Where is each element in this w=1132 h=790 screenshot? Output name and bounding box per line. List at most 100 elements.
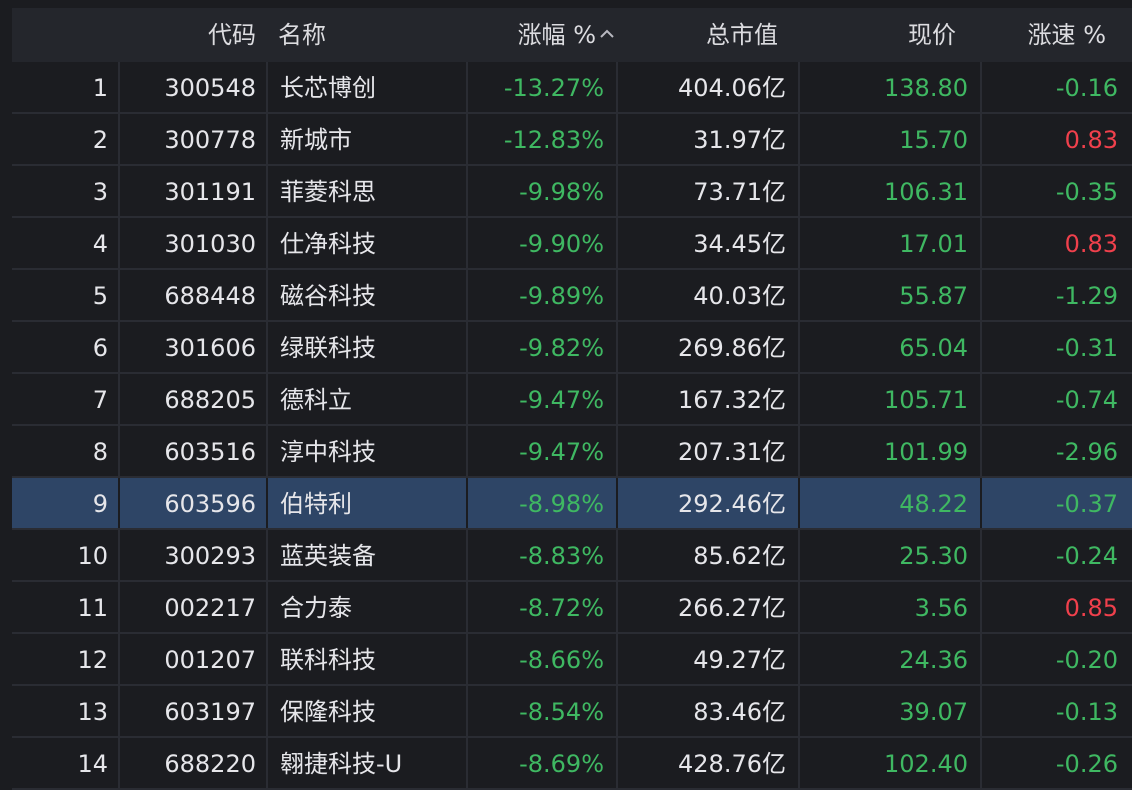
column-divider <box>266 738 268 790</box>
cell-change-pct: -8.98% <box>519 490 604 518</box>
cell-rank: 13 <box>77 698 108 726</box>
cell-code: 301191 <box>164 178 256 206</box>
cell-name: 菲菱科思 <box>280 178 376 206</box>
cell-price: 24.36 <box>899 646 968 674</box>
column-divider <box>798 374 800 426</box>
table-row[interactable]: 11 002217 合力泰 -8.72% 266.27亿 3.56 0.85 <box>12 582 1132 634</box>
column-divider <box>266 218 268 270</box>
header-name[interactable]: 名称 <box>278 8 428 62</box>
column-divider <box>616 270 618 322</box>
cell-speed-pct: -0.24 <box>1055 542 1118 570</box>
table-row[interactable]: 1 300548 长芯博创 -13.27% 404.06亿 138.80 -0.16 <box>12 62 1132 114</box>
cell-name: 翱捷科技-U <box>280 750 403 778</box>
cell-market-cap: 292.46亿 <box>678 490 786 518</box>
cell-price: 48.22 <box>899 490 968 518</box>
column-divider <box>798 114 800 166</box>
cell-code: 301030 <box>164 230 256 258</box>
cell-rank: 8 <box>92 438 108 466</box>
cell-price: 106.31 <box>884 178 968 206</box>
column-divider <box>798 634 800 686</box>
cell-speed-pct: -0.13 <box>1055 698 1118 726</box>
table-row[interactable]: 10 300293 蓝英装备 -8.83% 85.62亿 25.30 -0.24 <box>12 530 1132 582</box>
cell-change-pct: -8.66% <box>519 646 604 674</box>
header-speed-pct-label: 涨速 % <box>1027 21 1106 49</box>
column-divider <box>798 270 800 322</box>
table-row[interactable]: 9 603596 伯特利 -8.98% 292.46亿 48.22 -0.37 <box>12 478 1132 530</box>
cell-rank: 5 <box>92 282 108 310</box>
cell-speed-pct: 0.85 <box>1064 594 1118 622</box>
cell-speed-pct: -2.96 <box>1055 438 1118 466</box>
table-row[interactable]: 5 688448 磁谷科技 -9.89% 40.03亿 55.87 -1.29 <box>12 270 1132 322</box>
column-divider <box>466 322 468 374</box>
cell-change-pct: -8.69% <box>519 750 604 778</box>
cell-rank: 14 <box>77 750 108 778</box>
cell-speed-pct: 0.83 <box>1064 230 1118 258</box>
cell-price: 105.71 <box>884 386 968 414</box>
table-row[interactable]: 2 300778 新城市 -12.83% 31.97亿 15.70 0.83 <box>12 114 1132 166</box>
table-row[interactable]: 6 301606 绿联科技 -9.82% 269.86亿 65.04 -0.31 <box>12 322 1132 374</box>
cell-market-cap: 40.03亿 <box>693 282 786 310</box>
column-divider <box>980 738 982 790</box>
column-divider <box>616 114 618 166</box>
cell-speed-pct: -0.31 <box>1055 334 1118 362</box>
cell-name: 仕净科技 <box>280 230 376 258</box>
column-divider <box>466 218 468 270</box>
cell-speed-pct: -0.37 <box>1055 490 1118 518</box>
table-row[interactable]: 8 603516 淳中科技 -9.47% 207.31亿 101.99 -2.96 <box>12 426 1132 478</box>
cell-code: 301606 <box>164 334 256 362</box>
cell-market-cap: 404.06亿 <box>678 74 786 102</box>
caret-up-icon <box>600 29 614 38</box>
column-divider <box>980 634 982 686</box>
header-change-pct[interactable]: 涨幅 % <box>452 8 616 62</box>
cell-name: 伯特利 <box>280 490 352 518</box>
column-divider <box>616 530 618 582</box>
column-divider <box>616 478 618 530</box>
cell-rank: 11 <box>77 594 108 622</box>
column-divider <box>266 686 268 738</box>
table-row[interactable]: 14 688220 翱捷科技-U -8.69% 428.76亿 102.40 -0.26 <box>12 738 1132 790</box>
column-divider <box>266 478 268 530</box>
column-divider <box>266 166 268 218</box>
column-divider <box>466 166 468 218</box>
column-divider <box>798 530 800 582</box>
column-divider <box>616 582 618 634</box>
header-code[interactable]: 代码 <box>132 8 256 62</box>
column-divider <box>798 426 800 478</box>
column-divider <box>118 426 120 478</box>
cell-code: 688205 <box>164 386 256 414</box>
cell-change-pct: -8.83% <box>519 542 604 570</box>
cell-rank: 6 <box>92 334 108 362</box>
cell-market-cap: 85.62亿 <box>693 542 786 570</box>
column-divider <box>118 530 120 582</box>
column-divider <box>266 322 268 374</box>
cell-market-cap: 49.27亿 <box>693 646 786 674</box>
cell-name: 绿联科技 <box>280 334 376 362</box>
cell-market-cap: 428.76亿 <box>678 750 786 778</box>
header-speed-pct[interactable]: 涨速 % <box>982 8 1106 62</box>
column-divider <box>118 270 120 322</box>
cell-code: 688448 <box>164 282 256 310</box>
cell-change-pct: -9.47% <box>519 438 604 466</box>
column-divider <box>798 582 800 634</box>
column-divider <box>118 374 120 426</box>
cell-price: 17.01 <box>899 230 968 258</box>
table-row[interactable]: 7 688205 德科立 -9.47% 167.32亿 105.71 -0.74 <box>12 374 1132 426</box>
header-price[interactable]: 现价 <box>802 8 956 62</box>
cell-name: 合力泰 <box>280 594 352 622</box>
table-row[interactable]: 12 001207 联科科技 -8.66% 49.27亿 24.36 -0.20 <box>12 634 1132 686</box>
column-divider <box>798 478 800 530</box>
table-row[interactable]: 13 603197 保隆科技 -8.54% 83.46亿 39.07 -0.13 <box>12 686 1132 738</box>
table-row[interactable]: 4 301030 仕净科技 -9.90% 34.45亿 17.01 0.83 <box>12 218 1132 270</box>
cell-name: 联科科技 <box>280 646 376 674</box>
column-divider <box>798 686 800 738</box>
header-market-cap[interactable]: 总市值 <box>618 8 778 62</box>
cell-code: 300548 <box>164 74 256 102</box>
header-code-label: 代码 <box>208 21 256 49</box>
column-divider <box>798 218 800 270</box>
table-row[interactable]: 3 301191 菲菱科思 -9.98% 73.71亿 106.31 -0.35 <box>12 166 1132 218</box>
column-divider <box>118 62 120 114</box>
column-divider <box>466 114 468 166</box>
column-divider <box>466 530 468 582</box>
cell-change-pct: -9.82% <box>519 334 604 362</box>
cell-market-cap: 266.27亿 <box>678 594 786 622</box>
